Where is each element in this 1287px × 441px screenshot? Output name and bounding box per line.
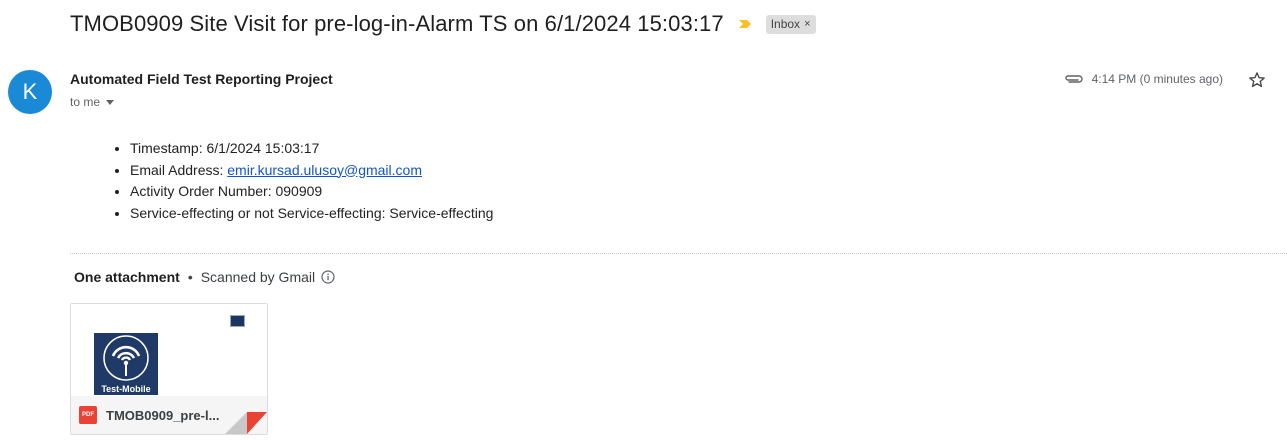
separator-dot: • <box>187 269 193 285</box>
page-fold-corner <box>225 412 267 434</box>
attachments-header: One attachment • Scanned by Gmail <box>74 269 335 285</box>
email-subject: TMOB0909 Site Visit for pre-log-in-Alarm… <box>70 11 724 36</box>
message-meta: 4:14 PM (0 minutes ago) <box>1064 72 1223 86</box>
message-body-list: Timestamp: 6/1/2024 15:03:17 Email Addre… <box>110 138 493 224</box>
attachment-preview: Test-Mobile <box>71 304 267 396</box>
test-mobile-logo: Test-Mobile <box>94 333 158 395</box>
service-effecting-line: Service-effecting or not Service-effecti… <box>130 204 494 221</box>
email-address-label: Email Address: <box>130 161 228 178</box>
inbox-label-chip: Inbox × <box>765 14 816 34</box>
remove-label-button[interactable]: × <box>804 18 810 30</box>
recipient-label: to me <box>70 95 101 109</box>
logo-text: Test-Mobile <box>101 384 151 394</box>
list-item: Timestamp: 6/1/2024 15:03:17 <box>130 138 493 160</box>
list-item: Service-effecting or not Service-effecti… <box>130 203 493 225</box>
info-icon[interactable] <box>321 270 335 284</box>
attachment-card[interactable]: Test-Mobile PDF TMOB0909_pre-l... <box>70 303 268 435</box>
message-time: 4:14 PM (0 minutes ago) <box>1091 72 1223 86</box>
recipient-details-toggle[interactable]: to me <box>70 95 115 109</box>
pdf-icon: PDF <box>79 406 97 424</box>
paperclip-icon <box>1064 73 1084 85</box>
avatar-initial: K <box>22 79 38 104</box>
timestamp-line: Timestamp: 6/1/2024 15:03:17 <box>130 140 320 156</box>
inbox-label-text: Inbox <box>770 17 801 31</box>
mini-logo-thumbnail <box>230 315 245 327</box>
important-marker-icon[interactable] <box>738 17 752 31</box>
sender-avatar[interactable]: K <box>8 70 52 114</box>
activity-order-line: Activity Order Number: 090909 <box>130 183 323 199</box>
sender-name[interactable]: Automated Field Test Reporting Project <box>70 71 333 87</box>
attachment-filename: TMOB0909_pre-l... <box>106 407 220 423</box>
email-link[interactable]: emir.kursad.ulusoy@gmail.com <box>227 162 422 178</box>
scanned-label: Scanned by Gmail <box>200 269 316 285</box>
attachment-count: One attachment <box>74 269 180 285</box>
subject-row: TMOB0909 Site Visit for pre-log-in-Alarm… <box>70 8 816 40</box>
list-item: Activity Order Number: 090909 <box>130 181 493 203</box>
attachments-divider <box>70 253 1287 254</box>
caret-down-icon <box>106 99 115 105</box>
star-icon[interactable] <box>1247 70 1267 90</box>
list-item: Email Address: emir.kursad.ulusoy@gmail.… <box>130 160 493 182</box>
